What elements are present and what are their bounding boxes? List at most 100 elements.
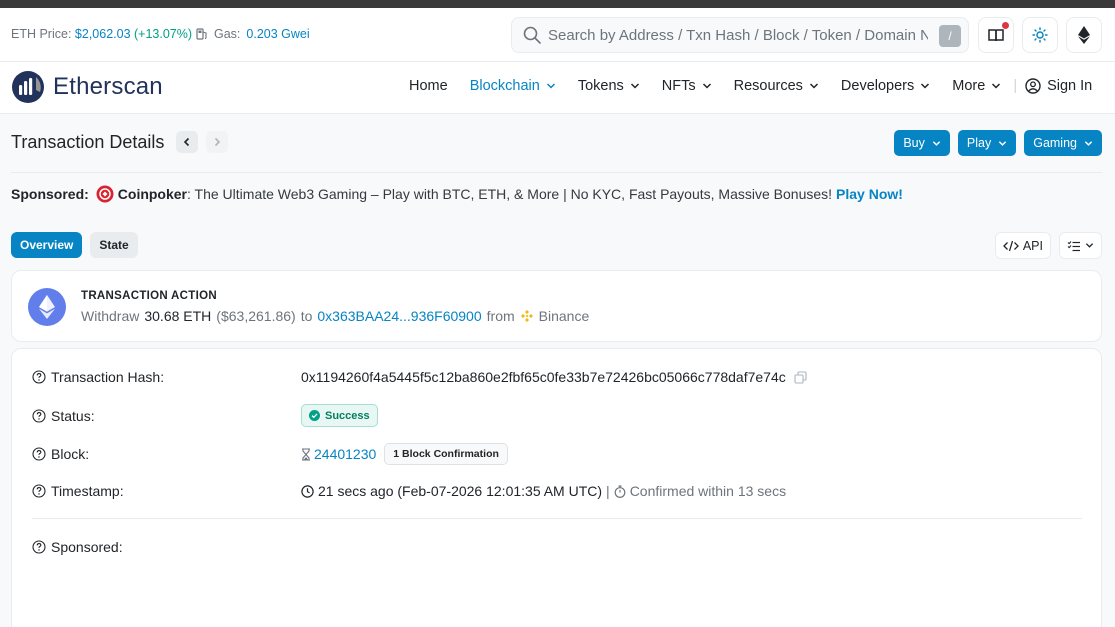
sponsored-banner: Sponsored: Coinpoker : The Ultimate Web3… [11, 185, 903, 203]
view-options-button[interactable] [1059, 232, 1102, 259]
sponsor-cta-link[interactable]: Play Now! [836, 186, 903, 202]
block-label: Block: [51, 446, 90, 462]
network-select-button[interactable] [1066, 17, 1102, 53]
nav-item-home[interactable]: Home [409, 78, 448, 94]
transaction-action-card: TRANSACTION ACTION Withdraw 30.68 ETH ($… [11, 270, 1102, 342]
book-icon [988, 29, 1004, 42]
play-label: Play [966, 136, 992, 150]
clock-icon [301, 484, 314, 498]
divider [11, 172, 1102, 173]
etherscan-logo[interactable]: Etherscan [11, 70, 163, 104]
nav-item-more[interactable]: More [952, 78, 1001, 94]
chevron-left-icon [184, 137, 190, 147]
etherscan-logo-icon [12, 71, 44, 103]
nav-label: More [952, 78, 986, 94]
detail-label: Transaction Hash: [32, 369, 301, 385]
nav-label: Home [409, 78, 448, 94]
block-number-link[interactable]: 24401230 [301, 446, 376, 462]
transaction-details-card: Transaction Hash: 0x1194260f4a5445f5c12b… [11, 348, 1102, 627]
chevron-down-icon [1084, 140, 1093, 146]
divider [32, 518, 1082, 519]
chevron-down-icon [809, 83, 818, 89]
question-circle-icon[interactable] [32, 540, 46, 554]
chevron-down-icon [546, 83, 555, 89]
gas-label: Gas: [214, 27, 241, 41]
timestamp-text: 21 secs ago (Feb-07-2026 12:01:35 AM UTC… [318, 483, 603, 499]
question-circle-icon[interactable] [32, 484, 46, 498]
gas-value[interactable]: 0.203 Gwei [246, 27, 309, 41]
sponsored-row-label: Sponsored: [51, 539, 123, 555]
eth-price-label: ETH Price: [11, 27, 72, 41]
detail-label: Sponsored: [32, 539, 301, 555]
next-transaction-button[interactable] [206, 131, 229, 153]
theme-toggle-button[interactable] [1022, 17, 1058, 53]
timestamp-label: Timestamp: [51, 483, 124, 499]
gaming-button[interactable]: Gaming [1024, 130, 1102, 156]
play-button[interactable]: Play [957, 130, 1017, 156]
question-circle-icon[interactable] [32, 447, 46, 461]
nav-label: Developers [840, 78, 915, 94]
gas-price: Gas: 0.203 Gwei [196, 27, 310, 41]
transaction-action-title: TRANSACTION ACTION [81, 290, 217, 302]
search-input[interactable] [548, 26, 928, 44]
question-circle-icon[interactable] [32, 408, 46, 423]
action-amount: 30.68 ETH [144, 308, 212, 324]
action-from: from [486, 308, 515, 324]
nav-item-resources[interactable]: Resources [734, 78, 819, 94]
status-label: Status: [51, 407, 95, 424]
search-icon [523, 26, 541, 44]
eth-price-value[interactable]: $2,062.03 [75, 27, 131, 41]
exchange-name[interactable]: Binance [539, 308, 590, 324]
binance-icon [520, 310, 533, 322]
buy-button[interactable]: Buy [894, 130, 950, 156]
block-number: 24401230 [314, 446, 377, 462]
detail-label: Timestamp: [32, 483, 301, 499]
confirmed-within: Confirmed within 13 secs [629, 483, 787, 499]
nav-label: NFTs [661, 78, 696, 94]
nav-item-tokens[interactable]: Tokens [578, 78, 640, 94]
timestamp-separator: | [606, 483, 610, 499]
sponsor-brand[interactable]: Coinpoker [118, 186, 187, 202]
chevron-down-icon [932, 140, 941, 146]
action-verb: Withdraw [81, 308, 140, 324]
nav-separator: | [1013, 78, 1018, 94]
transaction-hash-value: 0x1194260f4a5445f5c12ba860e2fbf65c0fe33b… [301, 369, 786, 385]
sponsor-text: : The Ultimate Web3 Gaming – Play with B… [187, 186, 833, 202]
notifications-button[interactable] [978, 17, 1014, 53]
nav-menu: Home Blockchain Tokens NFTs Resources De… [409, 78, 1092, 94]
question-circle-icon[interactable] [32, 370, 46, 384]
api-button[interactable]: API [994, 232, 1051, 259]
window-top-strip [0, 0, 1115, 8]
nav-item-nfts[interactable]: NFTs [662, 78, 712, 94]
code-icon [1002, 240, 1019, 251]
hourglass-icon [302, 447, 310, 461]
chevron-down-icon [630, 83, 639, 89]
detail-label: Status: [32, 408, 301, 424]
page-header: Transaction Details [11, 131, 229, 153]
nav-label: Blockchain [469, 78, 540, 94]
chevron-down-icon [702, 83, 711, 89]
gas-pump-icon [196, 28, 207, 40]
prev-transaction-button[interactable] [176, 131, 199, 153]
chevron-down-icon [921, 83, 930, 89]
action-usd: ($63,261.86) [216, 308, 296, 324]
tab-state[interactable]: State [90, 232, 138, 258]
tab-overview[interactable]: Overview [11, 232, 83, 258]
eth-price: ETH Price: $2,062.03 (+13.07%) [11, 27, 192, 41]
detail-row-sponsored: Sponsored: [32, 539, 301, 555]
sun-icon [1032, 27, 1048, 43]
detail-label: Block: [32, 446, 301, 462]
copy-icon[interactable] [794, 370, 807, 384]
detail-row-status: Status: Success [32, 404, 378, 427]
nav-item-blockchain[interactable]: Blockchain [470, 78, 556, 94]
detail-tabs: Overview State [11, 232, 138, 258]
search-bar[interactable]: / [511, 17, 969, 53]
recipient-address-link[interactable]: 0x363BAA24...936F60900 [317, 308, 481, 324]
sign-in-label: Sign In [1047, 78, 1093, 94]
header-action-buttons: Buy Play Gaming [894, 130, 1102, 156]
sign-in-link[interactable]: Sign In [1025, 78, 1092, 94]
nav-item-developers[interactable]: Developers [841, 78, 930, 94]
chevron-down-icon [999, 140, 1007, 146]
eth-price-change: (+13.07%) [134, 27, 193, 41]
gaming-label: Gaming [1033, 136, 1077, 150]
